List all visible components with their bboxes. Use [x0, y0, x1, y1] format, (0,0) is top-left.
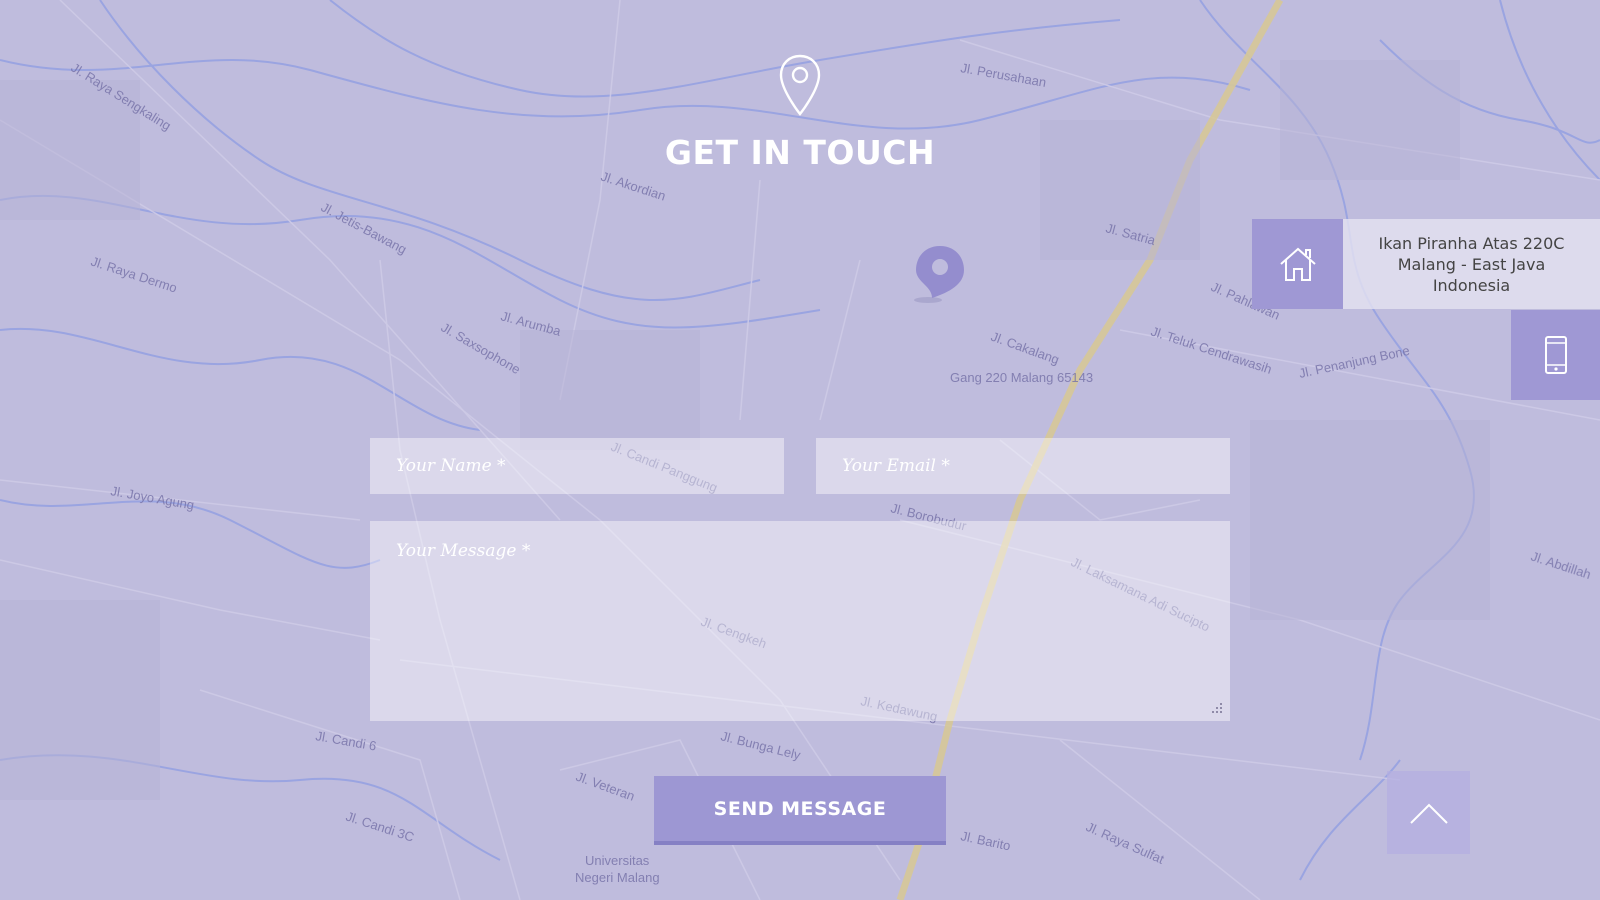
email-placeholder: Your Email * [842, 456, 950, 476]
scroll-to-top-button[interactable] [1387, 771, 1470, 854]
home-icon [1279, 247, 1316, 281]
location-pin-icon [779, 54, 821, 116]
email-input[interactable]: Your Email * [816, 438, 1230, 494]
phone-toggle-button[interactable] [1511, 310, 1600, 400]
section-title: GET IN TOUCH [664, 133, 936, 172]
resize-handle-icon[interactable] [1212, 703, 1222, 713]
address-line: Malang - East Java [1397, 254, 1546, 274]
address-line: Ikan Piranha Atas 220C [1378, 233, 1565, 253]
name-input[interactable]: Your Name * [370, 438, 784, 494]
message-placeholder: Your Message * [396, 541, 531, 561]
address-line: Indonesia [1432, 275, 1511, 295]
send-message-button[interactable]: SEND MESSAGE [654, 776, 946, 845]
address-toggle-button[interactable] [1252, 219, 1343, 309]
message-textarea[interactable]: Your Message * [370, 521, 1230, 721]
name-placeholder: Your Name * [396, 456, 506, 476]
phone-icon [1544, 336, 1567, 374]
address-panel: Ikan Piranha Atas 220C Malang - East Jav… [1343, 219, 1600, 309]
chevron-up-icon [1409, 803, 1448, 824]
